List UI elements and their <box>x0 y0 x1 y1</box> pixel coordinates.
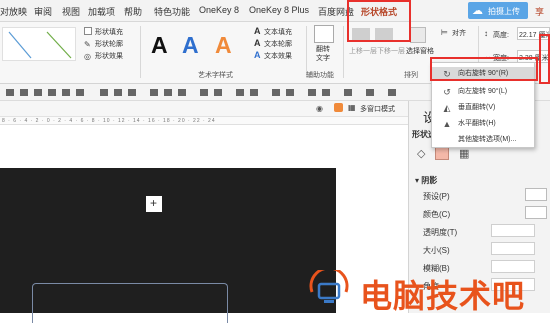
move-handle-icon[interactable]: + <box>146 196 162 212</box>
selection-pane-button[interactable]: 选择窗格 <box>406 46 434 56</box>
alt-text-button[interactable]: 翻转 文字 <box>316 45 330 63</box>
tab-help[interactable]: 帮助 <box>124 5 142 18</box>
tab-baidu-netdisk[interactable]: 百度网盘 <box>318 5 354 18</box>
shape-fill-button[interactable]: 形状填充 <box>95 27 123 37</box>
line-style-preview <box>8 31 72 59</box>
height-icon: ↕ <box>484 29 488 38</box>
settings-icon <box>334 103 343 112</box>
preset-dropdown[interactable] <box>525 188 547 201</box>
ribbon-tab-bar: 对放映 审阅 视图 加载项 帮助 特色功能 OneKey 8 OneKey 8 … <box>0 0 550 22</box>
rotate-menu: ↻ 向右旋转 90°(R) ↺ 向左旋转 90°(L) ◭ 垂直翻转(V) ▲ … <box>431 62 535 148</box>
more-rotation-options-item[interactable]: 其他旋转选项(M)... <box>432 133 534 147</box>
cloud-icon: ☁ <box>472 5 483 17</box>
fill-icon <box>84 27 92 35</box>
tab-review[interactable]: 审阅 <box>34 5 52 18</box>
width-icon: ↔ <box>484 52 492 61</box>
watermark-text: 电脑技术吧 <box>360 278 526 314</box>
bring-forward-icon <box>352 28 370 42</box>
wordart-style-blue[interactable]: A <box>182 32 199 59</box>
text-fill-button[interactable]: 文本填充 <box>264 27 292 37</box>
shape-style-gallery[interactable] <box>2 27 76 61</box>
tab-slideshow[interactable]: 对放映 <box>0 5 27 18</box>
fill-line-tab-icon[interactable]: ◇ <box>417 147 425 160</box>
tab-shape-format[interactable]: 形状格式 <box>361 5 397 18</box>
effects-tab-icon[interactable] <box>435 146 449 160</box>
color-picker[interactable] <box>525 206 547 219</box>
rotate-left-icon: ↺ <box>443 87 451 97</box>
transparency-input[interactable] <box>491 224 535 237</box>
size-tab-icon[interactable]: ▦ <box>459 147 469 160</box>
shadow-section[interactable]: ▾ 阴影 <box>415 175 437 186</box>
text-outline-icon: A <box>254 38 261 48</box>
share-tab[interactable]: 享 <box>535 5 544 18</box>
shape-effects-button[interactable]: 形状效果 <box>95 51 123 61</box>
rotate-right-icon: ↻ <box>443 69 451 79</box>
wordart-style-black[interactable]: A <box>151 32 168 59</box>
accessibility-group-label: 辅助功能 <box>306 72 334 79</box>
selected-shape[interactable] <box>32 283 228 323</box>
bring-forward-button[interactable]: 上移一层 <box>349 46 377 56</box>
effects-icon: ◎ <box>84 52 91 61</box>
rotate-left-90-item[interactable]: ↺ 向左旋转 90°(L) <box>432 85 534 99</box>
size-label: 大小(S) <box>423 246 450 255</box>
text-fill-icon: A <box>254 26 261 36</box>
text-effects-button[interactable]: 文本效果 <box>264 51 292 61</box>
tab-addins[interactable]: 加载项 <box>88 5 115 18</box>
watermark: 电脑技术吧 <box>282 266 550 314</box>
flip-vertical-item[interactable]: ◭ 垂直翻转(V) <box>432 101 534 115</box>
wordart-style-orange[interactable]: A <box>215 32 232 59</box>
toolbar-icons <box>6 89 396 96</box>
flip-horizontal-icon: ▲ <box>442 119 452 129</box>
align-button[interactable]: 对齐 <box>452 28 466 38</box>
outline-icon: ✎ <box>84 40 91 49</box>
horizontal-ruler: 8 · 6 · 4 · 2 · 0 · 2 · 4 · 6 · 8 · 10 ·… <box>0 117 408 125</box>
send-backward-button[interactable]: 下移一层 <box>377 46 405 56</box>
selection-pane-icon <box>410 27 426 43</box>
color-label: 颜色(C) <box>423 210 451 219</box>
align-icon: ⊨ <box>441 28 448 37</box>
tab-onekey8plus[interactable]: OneKey 8 Plus <box>249 5 309 15</box>
tab-onekey8[interactable]: OneKey 8 <box>199 5 239 15</box>
multi-window-button[interactable]: 多窗口模式 <box>360 104 395 114</box>
share-upload-button[interactable]: ☁ 拍摄上传 <box>468 2 528 19</box>
height-label: 高度: <box>493 32 509 39</box>
eye-icon: ◉ <box>316 104 323 113</box>
alt-text-icon <box>314 25 334 43</box>
preset-label: 预设(P) <box>423 192 450 201</box>
rotate-right-90-item[interactable]: ↻ 向右旋转 90°(R) <box>432 67 534 81</box>
text-effects-icon: A <box>254 50 261 60</box>
size-input[interactable] <box>491 242 535 255</box>
send-backward-icon <box>375 28 393 42</box>
tab-features[interactable]: 特色功能 <box>154 5 190 18</box>
view-toolbar: ◉ ▦ 多窗口模式 <box>0 101 408 117</box>
arrange-group-label: 排列 <box>404 72 418 79</box>
computer-logo-icon <box>309 270 349 303</box>
tab-view[interactable]: 视图 <box>62 5 80 18</box>
transparency-label: 透明度(T) <box>423 228 458 237</box>
text-outline-button[interactable]: 文本轮廓 <box>264 39 292 49</box>
height-input[interactable]: 22.17 厘米 <box>517 27 550 40</box>
shape-outline-button[interactable]: 形状轮廓 <box>95 39 123 49</box>
flip-horizontal-item[interactable]: ▲ 水平翻转(H) <box>432 117 534 131</box>
flip-vertical-icon: ◭ <box>443 103 451 113</box>
wordart-group-label: 艺术字样式 <box>198 72 233 79</box>
grid-icon: ▦ <box>348 103 356 112</box>
